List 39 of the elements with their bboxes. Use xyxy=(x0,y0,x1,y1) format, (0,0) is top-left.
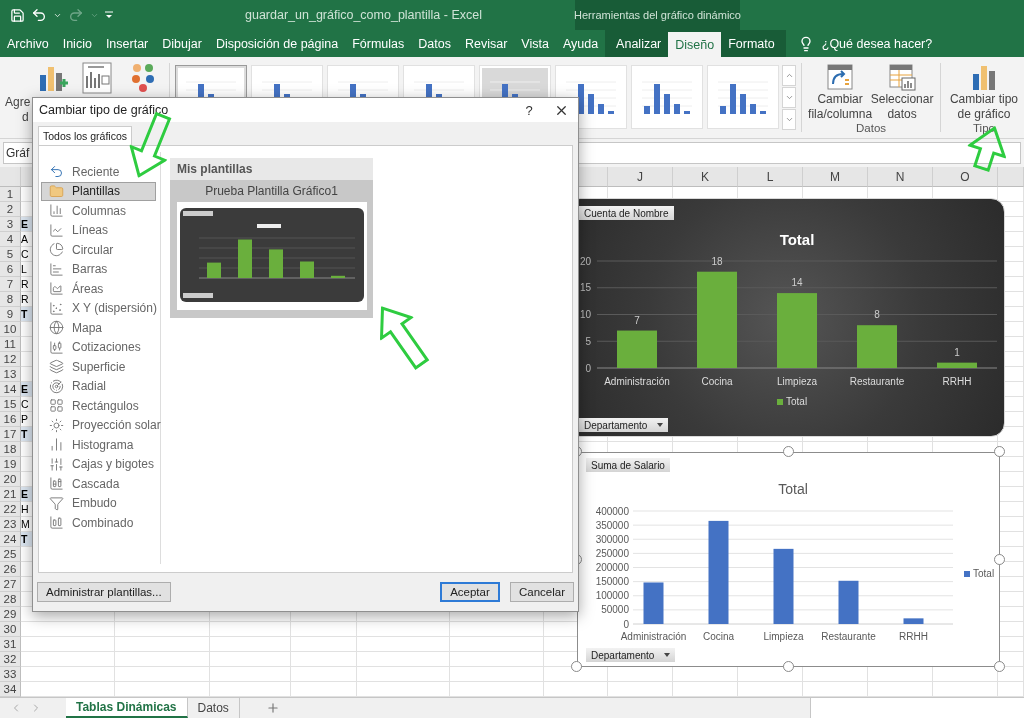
axis-tick-label: 10 xyxy=(579,309,591,320)
axis-tick-label: 200000 xyxy=(595,562,629,573)
axis-tick-label: 300000 xyxy=(595,533,629,545)
axis-tick-label: 400000 xyxy=(595,505,629,517)
category-label: Cocina xyxy=(701,376,733,387)
axis-tick-label: 0 xyxy=(623,618,629,630)
axis-tick-label: 5 xyxy=(585,335,591,347)
chart-title: Total xyxy=(779,231,815,248)
data-label: 8 xyxy=(874,309,880,321)
category-label: RRHH xyxy=(899,631,928,642)
window-title: guardar_un_gráfico_como_plantilla - Excel xyxy=(244,7,483,24)
data-label: 7 xyxy=(634,314,640,326)
category-label: Restaurante xyxy=(849,376,905,387)
category-label: Limpieza xyxy=(763,631,804,642)
axis-tick-label: 20 xyxy=(579,255,591,267)
legend-label: Total xyxy=(973,568,995,579)
group-label: Datos xyxy=(856,122,887,136)
category-label: Cocina xyxy=(702,631,735,642)
data-label: 18 xyxy=(711,255,723,267)
category-label: RRHH xyxy=(942,376,972,387)
section-header: Mis plantillas xyxy=(170,158,373,180)
category-label: Administración xyxy=(620,631,687,642)
axis-tick-label: 250000 xyxy=(595,547,629,559)
axis-tick-label: 0 xyxy=(585,362,591,374)
axis-tick-label: 100000 xyxy=(595,590,629,602)
axis-tick-label: 15 xyxy=(579,282,591,294)
data-label: 1 xyxy=(954,346,960,358)
category-label: Restaurante xyxy=(821,631,876,642)
legend-label: Total xyxy=(786,396,808,407)
category-label: Limpieza xyxy=(777,376,817,387)
axis-tick-label: 50000 xyxy=(601,604,629,616)
axis-tick-label: 150000 xyxy=(595,576,629,588)
axis-tick-label: 350000 xyxy=(595,519,629,531)
dialog-title: Cambiar tipo de gráfico xyxy=(39,103,170,117)
template-name: Prueba Plantilla Gráfico1 xyxy=(205,184,338,198)
category-label: Administración xyxy=(604,376,670,387)
chart-title: Total xyxy=(778,481,808,497)
data-label: 14 xyxy=(791,277,803,289)
contextual-tab-header: Herramientas del gráfico dinámico xyxy=(575,0,740,30)
